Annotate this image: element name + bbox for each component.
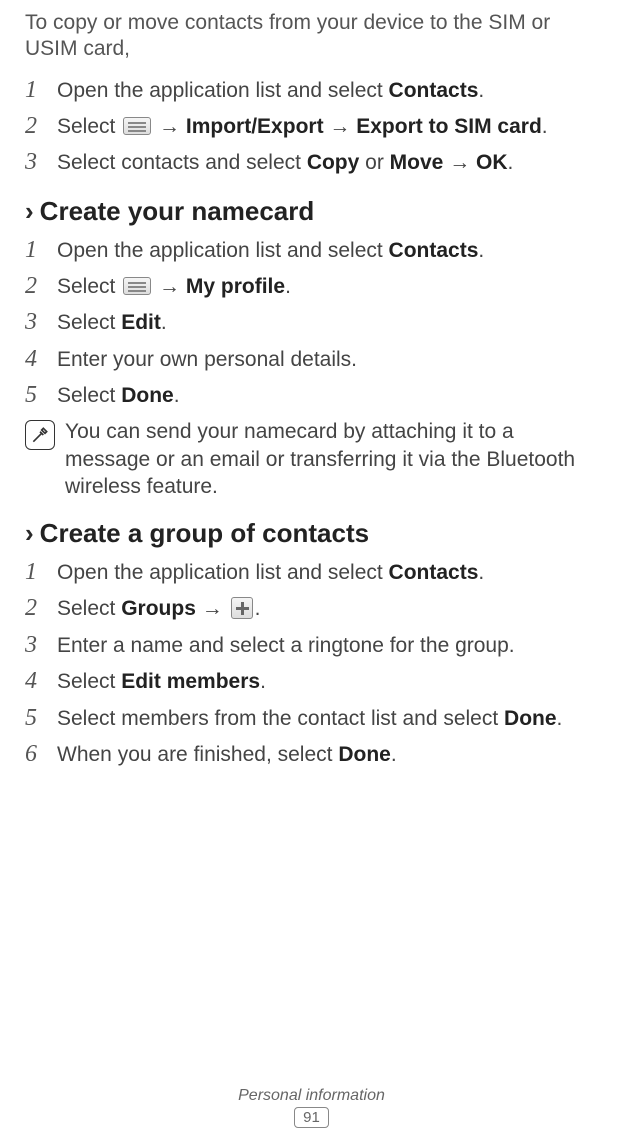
step: 4Select Edit members. xyxy=(25,668,598,696)
bold-text: Done xyxy=(504,707,557,730)
step-body: Open the application list and select Con… xyxy=(57,77,484,105)
step-number: 1 xyxy=(25,237,57,263)
step: 4Enter your own personal details. xyxy=(25,346,598,374)
heading-namecard: › Create your namecard xyxy=(25,196,598,227)
step-body: Select Groups → . xyxy=(57,595,260,623)
step-body: Select Done. xyxy=(57,382,180,410)
step-body: Open the application list and select Con… xyxy=(57,559,484,587)
step-number: 5 xyxy=(25,382,57,408)
arrow-icon: → xyxy=(449,151,470,174)
step-number: 4 xyxy=(25,346,57,372)
step: 5Select members from the contact list an… xyxy=(25,705,598,733)
step-body: Select Edit members. xyxy=(57,668,266,696)
bold-text: Contacts xyxy=(389,79,479,102)
step-body: Enter a name and select a ringtone for t… xyxy=(57,632,515,660)
step: 3Enter a name and select a ringtone for … xyxy=(25,632,598,660)
arrow-icon: → xyxy=(159,275,180,298)
bold-text: Done xyxy=(121,384,174,407)
step-body: Select → Import/Export → Export to SIM c… xyxy=(57,113,548,141)
menu-icon xyxy=(123,117,151,135)
step-number: 6 xyxy=(25,741,57,767)
step-number: 3 xyxy=(25,149,57,175)
step-number: 4 xyxy=(25,668,57,694)
step: 1Open the application list and select Co… xyxy=(25,237,598,265)
bold-text: Groups xyxy=(121,597,196,620)
step-number: 2 xyxy=(25,113,57,139)
plus-icon xyxy=(231,597,253,619)
step: 2Select → Import/Export → Export to SIM … xyxy=(25,113,598,141)
heading-text: Create your namecard xyxy=(40,196,315,227)
step-number: 2 xyxy=(25,595,57,621)
chevron-right-icon: › xyxy=(25,198,34,224)
step: 2Select → My profile. xyxy=(25,273,598,301)
step-body: Select → My profile. xyxy=(57,273,291,301)
bold-text: Done xyxy=(338,743,391,766)
step: 1Open the application list and select Co… xyxy=(25,559,598,587)
arrow-icon: → xyxy=(329,115,350,138)
bold-text: OK xyxy=(476,151,508,174)
bold-text: Edit members xyxy=(121,670,260,693)
step: 6When you are finished, select Done. xyxy=(25,741,598,769)
step-number: 5 xyxy=(25,705,57,731)
bold-text: Move xyxy=(390,151,444,174)
step-number: 1 xyxy=(25,77,57,103)
section-2: 1Open the application list and select Co… xyxy=(25,559,598,769)
step-number: 2 xyxy=(25,273,57,299)
bold-text: My profile xyxy=(186,275,285,298)
step: 5Select Done. xyxy=(25,382,598,410)
heading-text: Create a group of contacts xyxy=(40,518,369,549)
intro-text: To copy or move contacts from your devic… xyxy=(25,10,598,63)
footer-section: Personal information xyxy=(0,1087,623,1105)
bold-text: Copy xyxy=(307,151,360,174)
step-number: 1 xyxy=(25,559,57,585)
step: 1Open the application list and select Co… xyxy=(25,77,598,105)
page-number: 91 xyxy=(294,1107,329,1128)
arrow-icon: → xyxy=(159,115,180,138)
bold-text: Edit xyxy=(121,311,161,334)
page-footer: Personal information 91 xyxy=(0,1087,623,1128)
menu-icon xyxy=(123,277,151,295)
arrow-icon: → xyxy=(202,597,223,620)
step-body: Open the application list and select Con… xyxy=(57,237,484,265)
bold-text: Export to SIM card xyxy=(356,115,542,138)
note-icon xyxy=(25,420,55,450)
section-0: 1Open the application list and select Co… xyxy=(25,77,598,178)
note-box: You can send your namecard by attaching … xyxy=(25,418,598,500)
step: 2Select Groups → . xyxy=(25,595,598,623)
step-number: 3 xyxy=(25,309,57,335)
bold-text: Contacts xyxy=(389,239,479,262)
step-number: 3 xyxy=(25,632,57,658)
step-body: Select members from the contact list and… xyxy=(57,705,562,733)
step-body: Select contacts and select Copy or Move … xyxy=(57,149,513,177)
note-text: You can send your namecard by attaching … xyxy=(65,418,598,500)
step-body: Select Edit. xyxy=(57,309,167,337)
step: 3Select contacts and select Copy or Move… xyxy=(25,149,598,177)
step: 3Select Edit. xyxy=(25,309,598,337)
chevron-right-icon: › xyxy=(25,520,34,546)
step-body: When you are finished, select Done. xyxy=(57,741,397,769)
section-1: 1Open the application list and select Co… xyxy=(25,237,598,411)
step-body: Enter your own personal details. xyxy=(57,346,357,374)
heading-groups: › Create a group of contacts xyxy=(25,518,598,549)
bold-text: Import/Export xyxy=(186,115,324,138)
bold-text: Contacts xyxy=(389,561,479,584)
